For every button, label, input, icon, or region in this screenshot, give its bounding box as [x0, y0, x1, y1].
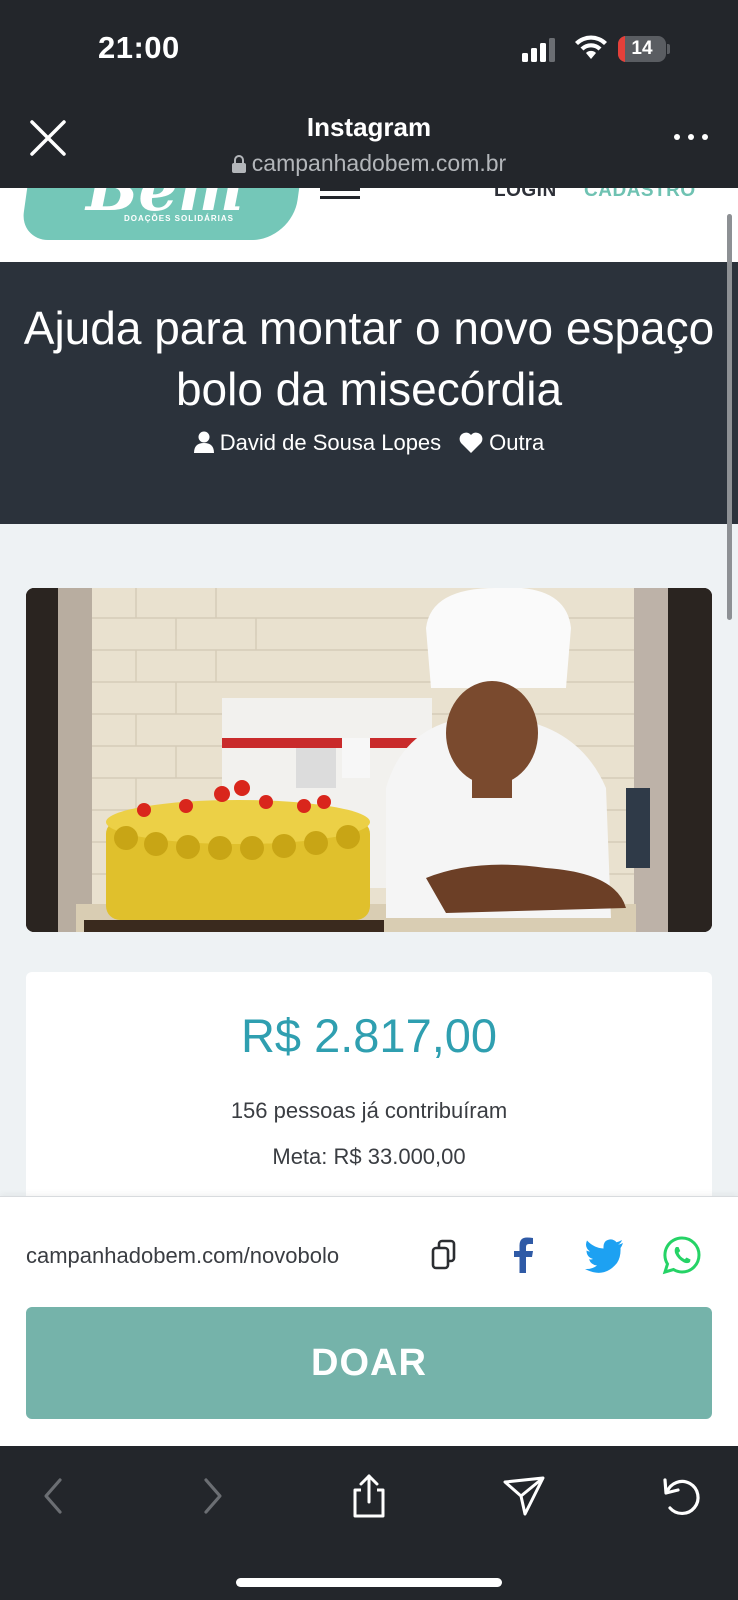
amount-raised: R$ 2.817,00 — [240, 1009, 498, 1062]
share-icon[interactable] — [341, 1468, 397, 1524]
campaign-title: Ajuda para montar o novo espaço bolo da … — [23, 302, 715, 415]
page-scrollbar[interactable] — [727, 214, 732, 620]
browser-url-text: campanhadobem.com.br — [251, 150, 507, 176]
browser-toolbar — [0, 1446, 738, 1600]
whatsapp-icon[interactable] — [660, 1233, 704, 1277]
send-icon[interactable] — [497, 1468, 553, 1524]
cellular-signal-icon — [522, 38, 555, 62]
copy-link-icon[interactable] — [422, 1233, 466, 1277]
reload-icon[interactable] — [654, 1468, 710, 1524]
site-navbar: Bem DOAÇÕES SOLIDÁRIAS LOGIN CADASTRO — [0, 188, 738, 262]
campaign-share-link[interactable]: campanhadobem.com/novobolo — [26, 1243, 339, 1269]
campaign-goal: Meta: R$ 33.000,00 — [272, 1144, 466, 1169]
forward-icon[interactable] — [184, 1468, 240, 1524]
browser-header: 21:00 14 Instagram campanhadobem.com.br — [0, 0, 738, 188]
twitter-icon[interactable] — [582, 1233, 626, 1277]
status-time: 21:00 — [98, 30, 180, 65]
logo-tagline: DOAÇÕES SOLIDÁRIAS — [124, 214, 235, 223]
heart-icon — [459, 432, 483, 453]
donation-summary-card: R$ 2.817,00 156 pessoas já contribuíram … — [26, 972, 712, 1232]
hamburger-menu-icon[interactable] — [320, 188, 360, 204]
wifi-icon — [575, 35, 607, 59]
campaign-category[interactable]: Outra — [489, 430, 544, 455]
browser-title: Instagram — [306, 112, 432, 142]
login-link[interactable]: LOGIN — [494, 188, 557, 202]
campaign-hero: Ajuda para montar o novo espaço bolo da … — [0, 262, 738, 524]
donate-button[interactable]: DOAR — [26, 1307, 712, 1419]
site-logo[interactable]: Bem DOAÇÕES SOLIDÁRIAS — [19, 188, 301, 246]
contributors-count: 156 pessoas já contribuíram — [230, 1098, 508, 1123]
campaign-photo — [26, 588, 712, 932]
home-indicator[interactable] — [236, 1578, 502, 1587]
screen: 21:00 14 Instagram campanhadobem.com.br … — [0, 0, 738, 1600]
user-icon — [193, 431, 214, 453]
share-bar: campanhadobem.com/novobolo DOAR — [0, 1196, 738, 1446]
browser-url[interactable]: campanhadobem.com.br — [0, 150, 738, 177]
lock-icon — [231, 155, 246, 173]
facebook-icon[interactable] — [502, 1233, 546, 1277]
battery-percentage: 14 — [631, 38, 653, 59]
campaign-author[interactable]: David de Sousa Lopes — [220, 430, 441, 455]
campaign-meta: David de Sousa Lopes Outra — [0, 430, 738, 456]
battery-icon: 14 — [618, 36, 670, 62]
signup-link[interactable]: CADASTRO — [584, 188, 696, 202]
more-options-icon[interactable] — [672, 124, 712, 148]
back-icon[interactable] — [26, 1468, 82, 1524]
